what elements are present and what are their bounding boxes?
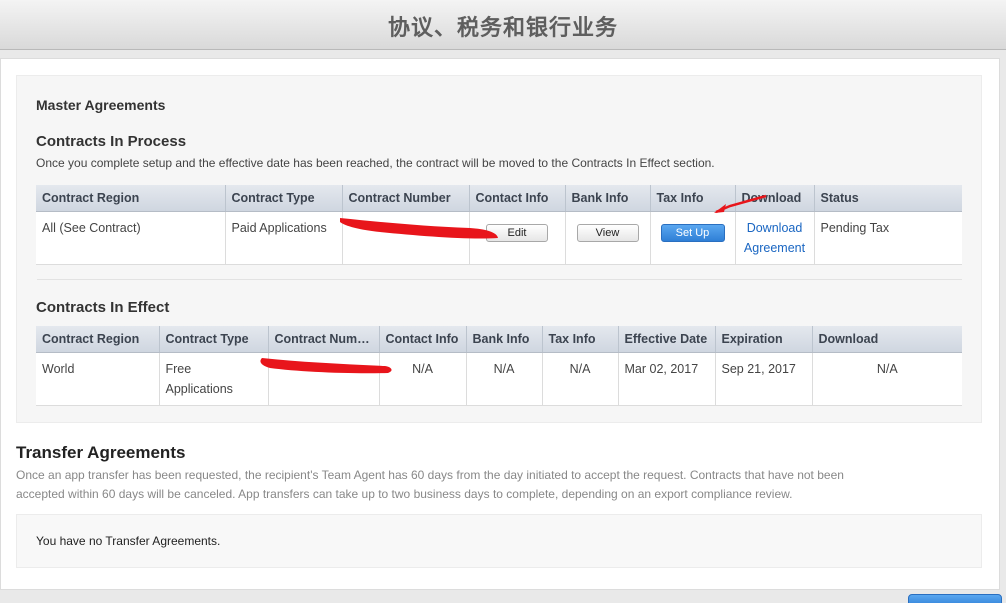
- contracts-in-process-table: Contract Region Contract Type Contract N…: [36, 185, 962, 265]
- transfer-description-line-2: accepted within 60 days will be canceled…: [16, 487, 793, 501]
- column-header[interactable]: Contract Region: [36, 185, 226, 212]
- contracts-in-effect-heading: Contracts In Effect: [36, 299, 170, 316]
- column-header[interactable]: Tax Info: [542, 326, 619, 353]
- column-header[interactable]: Contract Type: [225, 185, 343, 212]
- contract-region-cell: World: [36, 352, 160, 406]
- tax-info-cell: Set Up: [650, 211, 736, 265]
- contract-type-cell: Paid Applications: [225, 211, 343, 265]
- column-header[interactable]: Expiration: [715, 326, 813, 353]
- expiration-cell: Sep 21, 2017: [715, 352, 813, 406]
- column-header[interactable]: Contract Region: [36, 326, 160, 353]
- column-header[interactable]: Download: [812, 326, 962, 353]
- table-row: World Free Applications N/A N/A N/A Mar …: [36, 352, 962, 406]
- status-cell: Pending Tax: [814, 211, 962, 265]
- download-cell: N/A: [812, 352, 962, 406]
- column-header[interactable]: Tax Info: [650, 185, 736, 212]
- page-header: 协议、税务和银行业务: [0, 0, 1006, 50]
- contracts-in-process-description: Once you complete setup and the effectiv…: [36, 156, 715, 170]
- column-header[interactable]: Download: [735, 185, 815, 212]
- column-header[interactable]: Bank Info: [565, 185, 651, 212]
- download-agreement-link[interactable]: Download Agreement: [744, 221, 805, 255]
- column-header[interactable]: Status: [814, 185, 962, 212]
- contracts-in-effect-table: Contract Region Contract Type Contract N…: [36, 326, 962, 406]
- column-header[interactable]: Contact Info: [469, 185, 566, 212]
- table-header-row: Contract Region Contract Type Contract N…: [36, 185, 962, 212]
- transfer-agreements-box: You have no Transfer Agreements.: [16, 514, 982, 568]
- transfer-description-line-1: Once an app transfer has been requested,…: [16, 468, 844, 482]
- agreements-panel: Master Agreements Contracts In Process O…: [0, 58, 1000, 590]
- column-header[interactable]: Contract Num…: [268, 326, 380, 353]
- column-header[interactable]: Effective Date: [618, 326, 716, 353]
- view-bank-button[interactable]: View: [576, 223, 639, 242]
- contract-number-cell: [268, 352, 380, 406]
- contact-info-cell: N/A: [379, 352, 467, 406]
- edit-contact-button[interactable]: Edit: [486, 223, 548, 242]
- contract-number-cell: [342, 211, 470, 265]
- contracts-in-process-heading: Contracts In Process: [36, 133, 187, 150]
- page-title: 协议、税务和银行业务: [387, 16, 618, 41]
- column-header[interactable]: Contract Type: [159, 326, 269, 353]
- transfer-agreements-heading: Transfer Agreements: [16, 443, 186, 462]
- bottom-action-button[interactable]: [908, 594, 1002, 603]
- contact-info-cell: Edit: [469, 211, 566, 265]
- download-cell: Download Agreement: [735, 211, 815, 265]
- master-agreements-heading: Master Agreements: [36, 97, 166, 113]
- column-header[interactable]: Contact Info: [379, 326, 467, 353]
- bank-info-cell: N/A: [466, 352, 543, 406]
- tax-info-cell: N/A: [542, 352, 619, 406]
- effective-date-cell: Mar 02, 2017: [618, 352, 716, 406]
- contract-type-cell: Free Applications: [159, 352, 269, 406]
- table-row: All (See Contract) Paid Applications Edi…: [36, 211, 962, 265]
- bank-info-cell: View: [565, 211, 651, 265]
- column-header[interactable]: Contract Number: [342, 185, 470, 212]
- table-header-row: Contract Region Contract Type Contract N…: [36, 326, 962, 353]
- master-agreements-section: Master Agreements Contracts In Process O…: [16, 75, 982, 423]
- section-divider: [37, 279, 962, 280]
- contract-region-cell: All (See Contract): [36, 211, 226, 265]
- set-up-tax-button[interactable]: Set Up: [660, 223, 725, 242]
- no-transfer-message: You have no Transfer Agreements.: [36, 534, 221, 548]
- column-header[interactable]: Bank Info: [466, 326, 543, 353]
